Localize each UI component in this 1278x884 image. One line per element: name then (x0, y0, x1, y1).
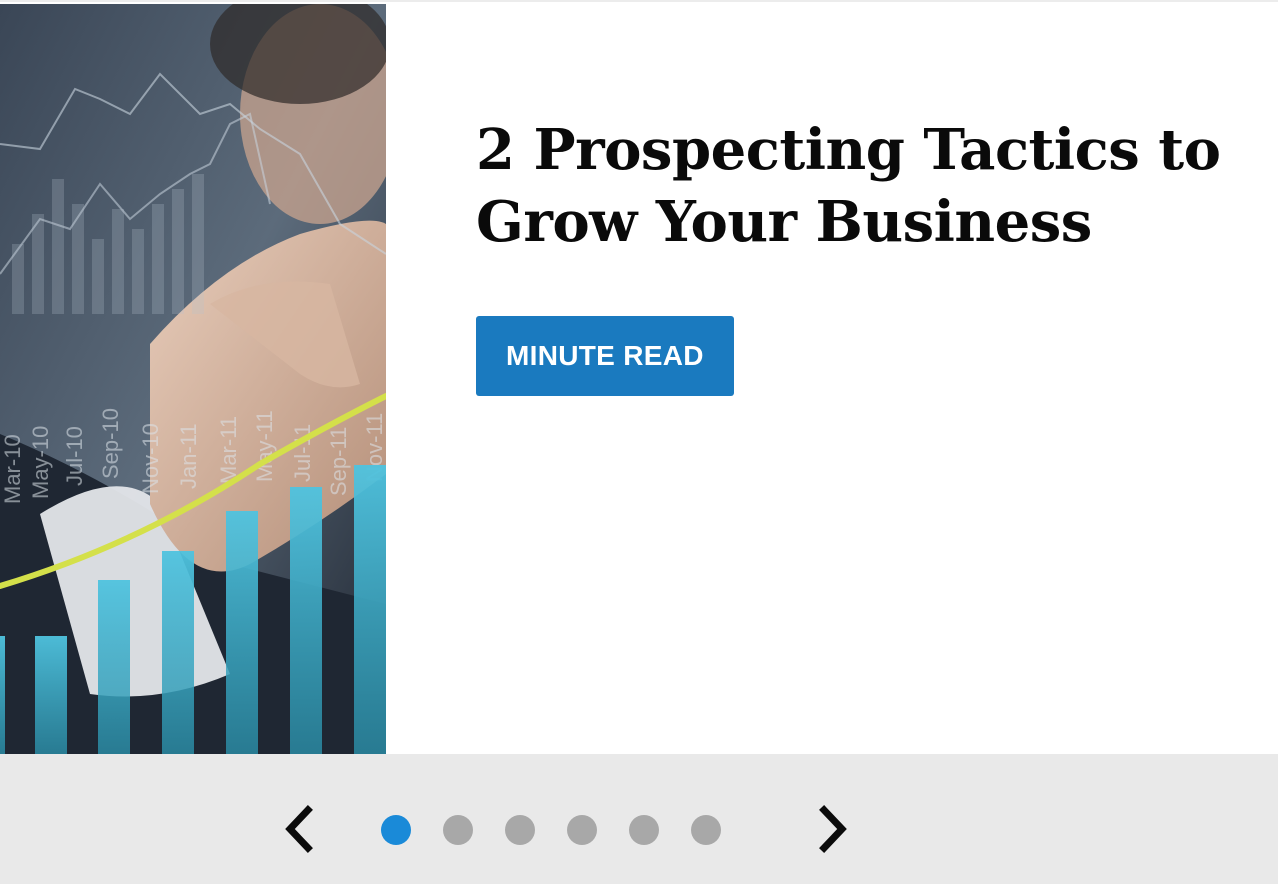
carousel-controls (0, 754, 1278, 884)
slide-title-line-1: 2 Prospecting Tactics to (476, 117, 1221, 183)
minute-read-button[interactable]: MINUTE READ (476, 316, 734, 396)
carousel-pagination (381, 815, 721, 845)
svg-text:Jul-10: Jul-10 (62, 426, 87, 486)
svg-text:Nov-10: Nov-10 (138, 423, 163, 494)
carousel-dot-3[interactable] (505, 815, 535, 845)
carousel-dot-2[interactable] (443, 815, 473, 845)
svg-text:Mar-10: Mar-10 (0, 434, 25, 504)
chevron-right-icon[interactable] (814, 804, 850, 854)
svg-text:Jan-11: Jan-11 (176, 423, 201, 489)
svg-text:May-11: May-11 (252, 410, 277, 482)
carousel-dot-4[interactable] (567, 815, 597, 845)
hero-image: Mar-10 May-10 Jul-10 Sep-10 Nov-10 Jan-1… (0, 4, 386, 756)
slide-title-line-2: Grow Your Business (476, 189, 1092, 255)
svg-text:Sep-11: Sep-11 (326, 427, 351, 496)
svg-text:May-10: May-10 (28, 426, 53, 499)
chevron-left-icon[interactable] (282, 804, 318, 854)
business-chart-illustration: Mar-10 May-10 Jul-10 Sep-10 Nov-10 Jan-1… (0, 4, 386, 756)
carousel-dot-5[interactable] (629, 815, 659, 845)
slide-title: 2 Prospecting Tactics to Grow Your Busin… (476, 114, 1266, 258)
carousel-slide: Mar-10 May-10 Jul-10 Sep-10 Nov-10 Jan-1… (0, 0, 1278, 756)
carousel-dot-6[interactable] (691, 815, 721, 845)
svg-text:Mar-11: Mar-11 (216, 416, 241, 484)
slide-content: 2 Prospecting Tactics to Grow Your Busin… (476, 114, 1266, 396)
carousel-dot-1[interactable] (381, 815, 411, 845)
svg-text:Sep-10: Sep-10 (98, 408, 123, 479)
